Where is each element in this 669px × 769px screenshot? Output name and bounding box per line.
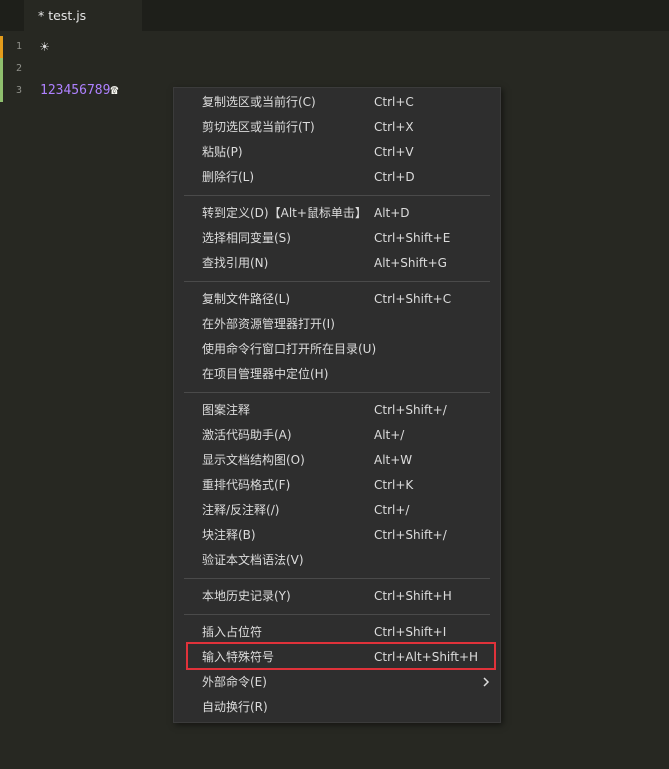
tab-bar: * test.js [0,0,669,31]
menu-item-block-comment[interactable]: 块注释(B) Ctrl+Shift+/ [174,523,500,548]
menu-item-locate-in-project[interactable]: 在项目管理器中定位(H) [174,362,500,387]
line-number: 3 [15,85,22,96]
menu-item-format-code[interactable]: 重排代码格式(F) Ctrl+K [174,473,500,498]
menu-item-label: 复制文件路径(L) [202,292,291,306]
menu-item-cut[interactable]: 剪切选区或当前行(T) Ctrl+X [174,115,500,140]
menu-item-copy[interactable]: 复制选区或当前行(C) Ctrl+C [174,90,500,115]
menu-separator [184,392,490,393]
menu-item-shortcut: Ctrl+C [374,95,414,109]
tab-test-js[interactable]: * test.js [24,0,142,31]
menu-item-insert-placeholder[interactable]: 插入占位符 Ctrl+Shift+I [174,620,500,645]
menu-item-insert-special-symbol[interactable]: 输入特殊符号 Ctrl+Alt+Shift+H [174,645,500,670]
editor-line-2[interactable]: 2 [0,58,669,80]
menu-separator [184,195,490,196]
editor-line-1[interactable]: 1 ☀ [0,36,669,58]
menu-item-open-command-line[interactable]: 使用命令行窗口打开所在目录(U) [174,337,500,362]
menu-item-shortcut: Ctrl+Shift+C [374,292,452,306]
menu-item-label: 粘贴(P) [202,145,243,159]
menu-item-shortcut: Ctrl+Shift+E [374,231,451,245]
menu-item-label: 验证本文档语法(V) [202,553,304,567]
menu-item-copy-file-path[interactable]: 复制文件路径(L) Ctrl+Shift+C [174,287,500,312]
menu-item-label: 插入占位符 [202,625,263,639]
menu-item-external-commands[interactable]: 外部命令(E) [174,670,500,695]
menu-item-toggle-comment[interactable]: 注释/反注释(/) Ctrl+/ [174,498,500,523]
line-content: ☀ [40,38,50,56]
menu-item-label: 注释/反注释(/) [202,503,280,517]
menu-item-label: 选择相同变量(S) [202,231,291,245]
menu-item-label: 剪切选区或当前行(T) [202,120,315,134]
menu-item-label: 激活代码助手(A) [202,428,292,442]
menu-item-open-in-explorer[interactable]: 在外部资源管理器打开(I) [174,312,500,337]
line-number: 2 [15,63,22,74]
context-menu: 复制选区或当前行(C) Ctrl+C 剪切选区或当前行(T) Ctrl+X 粘贴… [173,87,501,723]
menu-item-validate-syntax[interactable]: 验证本文档语法(V) [174,548,500,573]
menu-item-code-assistant[interactable]: 激活代码助手(A) Alt+/ [174,423,500,448]
menu-item-label: 重排代码格式(F) [202,478,291,492]
menu-item-label: 本地历史记录(Y) [202,589,291,603]
menu-item-local-history[interactable]: 本地历史记录(Y) Ctrl+Shift+H [174,584,500,609]
menu-item-label: 块注释(B) [202,528,256,542]
menu-item-label: 自动换行(R) [202,700,268,714]
menu-item-shortcut: Alt+/ [374,428,405,442]
menu-item-shortcut: Alt+D [374,206,410,220]
menu-item-go-to-definition[interactable]: 转到定义(D)【Alt+鼠标单击】 Alt+D [174,201,500,226]
menu-item-label: 查找引用(N) [202,256,269,270]
chevron-right-icon [483,677,490,687]
menu-item-shortcut: Ctrl+/ [374,503,410,517]
menu-separator [184,614,490,615]
tab-title: * test.js [38,8,87,23]
menu-item-shortcut: Ctrl+V [374,145,414,159]
menu-item-label: 使用命令行窗口打开所在目录(U) [202,342,377,356]
menu-item-delete-line[interactable]: 删除行(L) Ctrl+D [174,165,500,190]
menu-item-shortcut: Alt+W [374,453,413,467]
menu-item-label: 在项目管理器中定位(H) [202,367,329,381]
menu-item-shortcut: Alt+Shift+G [374,256,447,270]
menu-item-label: 删除行(L) [202,170,255,184]
menu-item-label: 复制选区或当前行(C) [202,95,316,109]
menu-item-shortcut: Ctrl+Shift+/ [374,528,447,542]
telephone-symbol: ☎ [110,83,119,98]
menu-item-label: 显示文档结构图(O) [202,453,305,467]
menu-item-select-same-variable[interactable]: 选择相同变量(S) Ctrl+Shift+E [174,226,500,251]
menu-item-shortcut: Ctrl+Shift+H [374,589,452,603]
menu-item-pattern-comment[interactable]: 图案注释 Ctrl+Shift+/ [174,398,500,423]
line-number: 1 [15,41,22,52]
menu-item-word-wrap[interactable]: 自动换行(R) [174,695,500,720]
menu-item-label: 外部命令(E) [202,675,267,689]
menu-item-label: 转到定义(D)【Alt+鼠标单击】 [202,206,367,220]
number-literal: 123456789 [40,83,111,98]
menu-item-label: 图案注释 [202,403,251,417]
menu-item-shortcut: Ctrl+K [374,478,414,492]
menu-item-label: 输入特殊符号 [202,650,275,664]
menu-item-paste[interactable]: 粘贴(P) Ctrl+V [174,140,500,165]
menu-item-shortcut: Ctrl+Shift+/ [374,403,447,417]
menu-separator [184,578,490,579]
menu-item-shortcut: Ctrl+X [374,120,414,134]
menu-separator [184,281,490,282]
menu-item-shortcut: Ctrl+Shift+I [374,625,447,639]
menu-item-shortcut: Ctrl+D [374,170,415,184]
menu-item-label: 在外部资源管理器打开(I) [202,317,335,331]
menu-item-document-outline[interactable]: 显示文档结构图(O) Alt+W [174,448,500,473]
line-content: 123456789☎ [40,80,118,102]
menu-item-shortcut: Ctrl+Alt+Shift+H [374,650,479,664]
menu-item-find-references[interactable]: 查找引用(N) Alt+Shift+G [174,251,500,276]
